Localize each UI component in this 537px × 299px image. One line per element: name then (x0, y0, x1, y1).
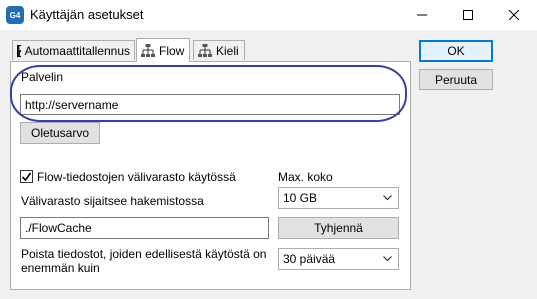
cancel-button[interactable]: Peruuta (419, 69, 493, 90)
cache-enabled-label[interactable]: Flow-tiedostojen välivarasto käytössä (37, 170, 236, 184)
server-url-input[interactable]: http://servername (20, 94, 400, 115)
delete-after-label-line2: enemmän kuin (21, 261, 100, 275)
clear-cache-button[interactable]: Tyhjennä (278, 217, 399, 239)
tab-flow[interactable]: Flow (136, 38, 190, 62)
cache-enabled-checkbox[interactable] (20, 170, 33, 183)
chevron-down-icon (383, 256, 392, 262)
ok-button[interactable]: OK (419, 40, 493, 62)
max-size-value: 10 GB (283, 191, 318, 205)
network-flow-icon (141, 44, 155, 57)
tab-label: Automaattitallennus (24, 43, 130, 58)
max-size-label: Max. koko (278, 170, 333, 184)
delete-after-label-line1: Poista tiedostot, joiden edellisestä käy… (21, 247, 267, 261)
floppy-disk-icon (17, 44, 21, 57)
maximize-button[interactable] (445, 0, 491, 30)
chevron-down-icon (383, 195, 392, 201)
network-flow-icon (198, 44, 212, 57)
app-logo-icon: G4 (6, 6, 24, 24)
tab-language[interactable]: Kieli (193, 40, 245, 60)
checkmark-icon (21, 172, 32, 182)
cache-location-label: Välivarasto sijaitsee hakemistossa (21, 194, 204, 208)
default-value-button[interactable]: Oletusarvo (20, 122, 100, 144)
minimize-icon (417, 14, 427, 16)
delete-after-value: 30 päivää (283, 252, 336, 266)
maximize-icon (463, 10, 473, 20)
minimize-button[interactable] (399, 0, 445, 30)
close-icon (509, 10, 519, 20)
delete-after-select[interactable]: 30 päivää (278, 248, 399, 270)
max-size-select[interactable]: 10 GB (278, 187, 399, 209)
cache-location-input[interactable]: ./FlowCache (20, 217, 269, 239)
server-label: Palvelin (21, 70, 64, 84)
tab-label: Flow (159, 43, 185, 58)
window-title: Käyttäjän asetukset (30, 7, 144, 22)
tab-label: Kieli (216, 43, 239, 58)
close-button[interactable] (491, 0, 537, 30)
tab-autosave[interactable]: Automaattitallennus (12, 40, 135, 60)
